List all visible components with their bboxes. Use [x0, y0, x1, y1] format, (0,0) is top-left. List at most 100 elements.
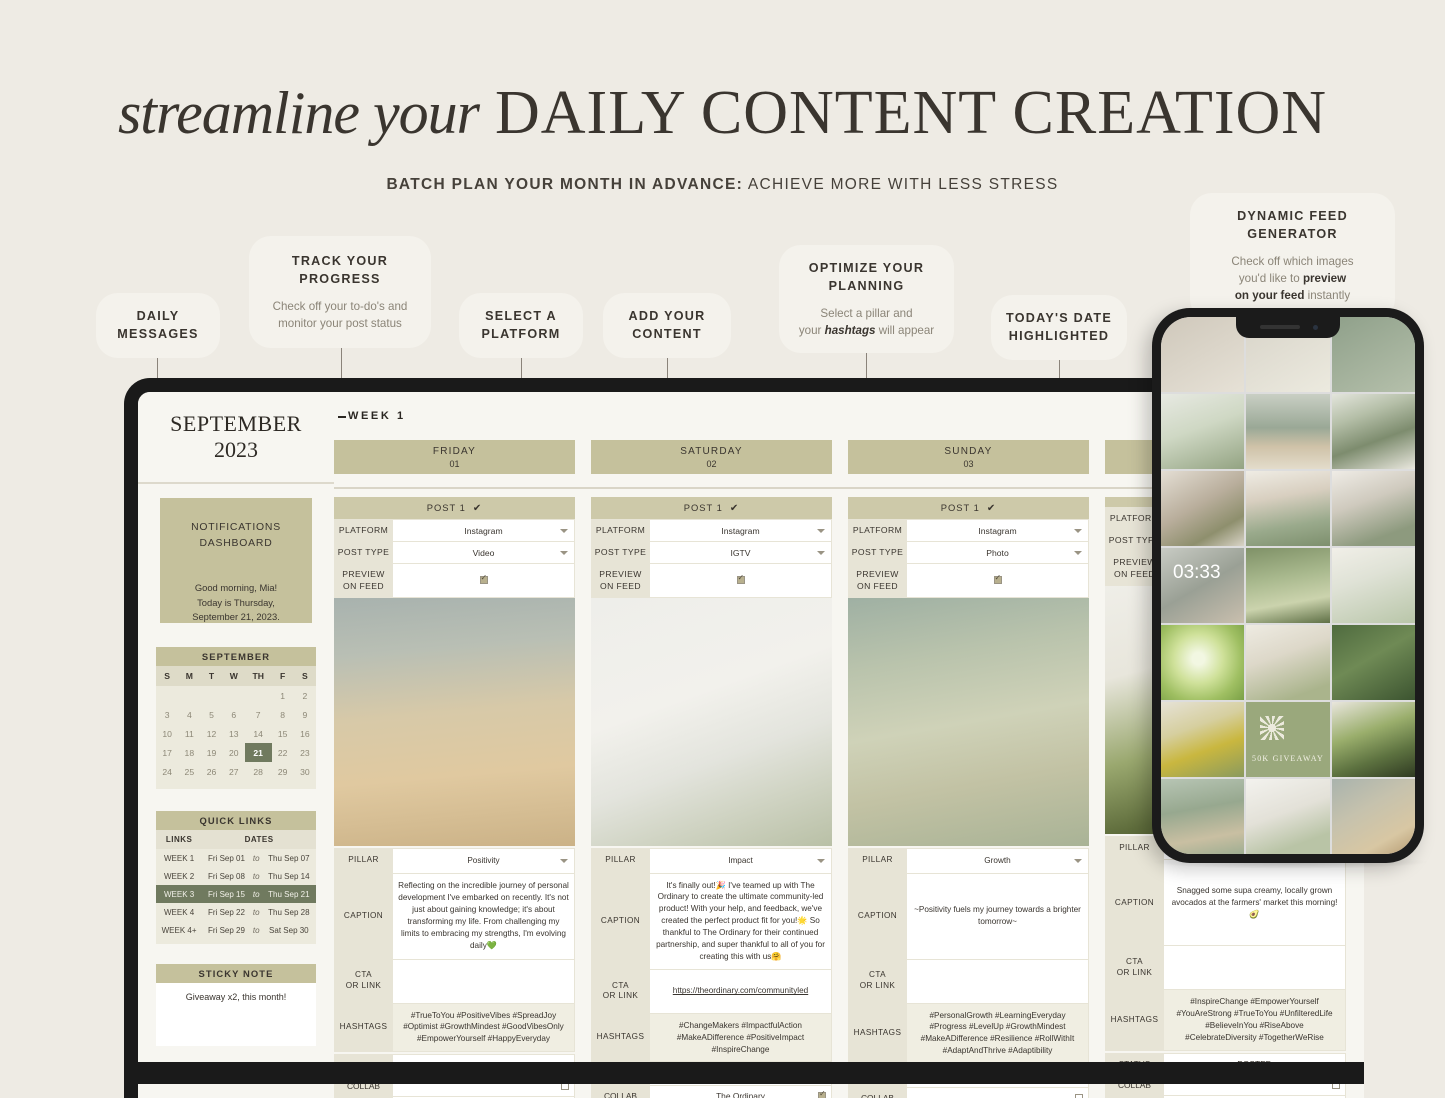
mini-calendar-day[interactable]: 14 — [245, 724, 272, 743]
preview-on-feed-value[interactable] — [906, 563, 1089, 598]
pillar-value[interactable]: Impact — [649, 847, 832, 874]
mini-calendar-day[interactable]: 15 — [272, 724, 294, 743]
post-header[interactable]: POST 1 ✔ — [591, 497, 832, 519]
mini-calendar-day[interactable]: 28 — [245, 762, 272, 781]
post-type-value[interactable]: Photo — [906, 541, 1089, 565]
collab-value[interactable] — [906, 1087, 1089, 1098]
mini-calendar-day[interactable]: 16 — [294, 724, 316, 743]
cta-value[interactable] — [906, 958, 1089, 1004]
feed-tile[interactable] — [1161, 394, 1245, 469]
mini-calendar-day[interactable]: 6 — [223, 705, 245, 724]
feed-tile[interactable] — [1331, 548, 1415, 623]
collab-checkbox[interactable] — [818, 1089, 826, 1098]
check-icon[interactable]: ✔ — [987, 503, 996, 514]
mini-calendar-day[interactable]: 3 — [156, 705, 178, 724]
mini-calendar-day[interactable]: 9 — [294, 705, 316, 724]
mini-calendar-day[interactable]: 18 — [178, 743, 200, 762]
preview-on-feed-value[interactable] — [392, 563, 575, 598]
mini-calendar-day[interactable]: 10 — [156, 724, 178, 743]
feed-tile[interactable] — [1331, 779, 1415, 854]
platform-dropdown-icon[interactable] — [1074, 528, 1082, 533]
feed-tile[interactable] — [1161, 702, 1245, 777]
feed-tile[interactable]: 03:33 — [1161, 548, 1245, 623]
hashtags-value[interactable]: #ChangeMakers #ImpactfulAction #MakeADif… — [649, 1012, 832, 1063]
caption-value[interactable]: Reflecting on the incredible journey of … — [392, 872, 575, 960]
mini-calendar-day[interactable]: 2 — [294, 686, 316, 705]
preview-on-feed-checkbox[interactable] — [479, 573, 488, 584]
quick-links-row[interactable]: WEEK 4 Fri Sep 22 to Thu Sep 28 — [156, 903, 316, 921]
quick-links-row[interactable]: WEEK 2 Fri Sep 08 to Thu Sep 14 — [156, 867, 316, 885]
preview-on-feed-value[interactable] — [649, 563, 832, 598]
platform-dropdown-icon[interactable] — [560, 528, 568, 533]
feed-tile[interactable] — [1161, 625, 1245, 700]
feed-tile[interactable] — [1246, 471, 1330, 546]
collab-checkbox[interactable] — [1075, 1094, 1083, 1098]
mini-calendar-day[interactable]: 30 — [294, 762, 316, 781]
feed-tile[interactable] — [1246, 394, 1330, 469]
quick-links-row[interactable]: WEEK 4+ Fri Sep 29 to Sat Sep 30 — [156, 921, 316, 939]
post-header[interactable]: POST 1 ✔ — [848, 497, 1089, 519]
mini-calendar-day[interactable]: 27 — [223, 762, 245, 781]
pillar-dropdown-icon[interactable] — [817, 858, 825, 863]
hashtags-value[interactable]: #InspireChange #EmpowerYourself #YouAreS… — [1163, 989, 1346, 1051]
feed-tile[interactable] — [1161, 779, 1245, 854]
caption-value[interactable]: Snagged some supa creamy, locally grown … — [1163, 859, 1346, 947]
feed-tile[interactable] — [1331, 394, 1415, 469]
platform-value[interactable]: Instagram — [649, 518, 832, 543]
check-icon[interactable]: ✔ — [730, 503, 739, 514]
mini-calendar-day[interactable]: 8 — [272, 705, 294, 724]
post-type-dropdown-icon[interactable] — [817, 550, 825, 555]
hashtags-value[interactable]: #TrueToYou #PositiveVibes #SpreadJoy #Op… — [392, 1002, 575, 1053]
mini-calendar-day[interactable]: 24 — [156, 762, 178, 781]
mini-calendar-day[interactable]: 12 — [200, 724, 222, 743]
post-type-dropdown-icon[interactable] — [1074, 550, 1082, 555]
collab-value[interactable]: The Ordinary — [649, 1085, 832, 1098]
mini-calendar-day[interactable]: 17 — [156, 743, 178, 762]
cta-value[interactable] — [392, 958, 575, 1004]
content-thumbnail[interactable] — [848, 597, 1089, 846]
pillar-value[interactable]: Positivity — [392, 847, 575, 874]
preview-on-feed-checkbox[interactable] — [736, 573, 745, 584]
mini-calendar-day[interactable]: 22 — [272, 743, 294, 762]
platform-dropdown-icon[interactable] — [817, 528, 825, 533]
mini-calendar-day[interactable]: 11 — [178, 724, 200, 743]
post-type-value[interactable]: IGTV — [649, 541, 832, 565]
cta-value[interactable]: https://theordinary.com/communityled — [649, 968, 832, 1014]
mini-calendar-day[interactable]: 7 — [245, 705, 272, 724]
cta-link[interactable]: https://theordinary.com/communityled — [673, 986, 808, 995]
caption-value[interactable]: ~Positivity fuels my journey towards a b… — [906, 872, 1089, 960]
mini-calendar-day[interactable]: 5 — [200, 705, 222, 724]
mini-calendar-day[interactable]: 29 — [272, 762, 294, 781]
feed-tile[interactable] — [1246, 625, 1330, 700]
mini-calendar-day[interactable]: 23 — [294, 743, 316, 762]
feed-tile[interactable] — [1331, 625, 1415, 700]
mini-calendar-day[interactable]: 1 — [272, 686, 294, 705]
mini-calendar-day[interactable]: 4 — [178, 705, 200, 724]
mini-calendar-day[interactable]: 21 — [244, 743, 272, 762]
mini-calendar-day[interactable]: 20 — [223, 743, 245, 762]
mini-calendar-day[interactable]: 13 — [223, 724, 245, 743]
feed-tile[interactable]: 50K GIVEAWAY — [1246, 702, 1330, 777]
post-type-value[interactable]: Video — [392, 541, 575, 565]
platform-value[interactable]: Instagram — [392, 518, 575, 543]
check-icon[interactable]: ✔ — [473, 503, 482, 514]
mini-calendar-day[interactable]: 19 — [200, 743, 222, 762]
feed-tile[interactable] — [1246, 779, 1330, 854]
post-type-dropdown-icon[interactable] — [560, 550, 568, 555]
post-header[interactable]: POST 1 ✔ — [334, 497, 575, 519]
content-thumbnail[interactable] — [334, 597, 575, 846]
feed-tile[interactable] — [1161, 471, 1245, 546]
feed-tile[interactable] — [1246, 548, 1330, 623]
pillar-dropdown-icon[interactable] — [560, 858, 568, 863]
platform-value[interactable]: Instagram — [906, 518, 1089, 543]
pillar-value[interactable]: Growth — [906, 847, 1089, 874]
feed-tile[interactable] — [1331, 317, 1415, 392]
content-thumbnail[interactable] — [591, 597, 832, 846]
feed-tile[interactable] — [1331, 702, 1415, 777]
mini-calendar-day[interactable]: 25 — [178, 762, 200, 781]
feed-tile[interactable] — [1161, 317, 1245, 392]
feed-tile[interactable] — [1331, 471, 1415, 546]
caption-value[interactable]: It's finally out!🎉 I've teamed up with T… — [649, 872, 832, 970]
sticky-note[interactable]: STICKY NOTE Giveaway x2, this month! — [156, 964, 316, 1046]
mini-calendar-day[interactable]: 26 — [200, 762, 222, 781]
